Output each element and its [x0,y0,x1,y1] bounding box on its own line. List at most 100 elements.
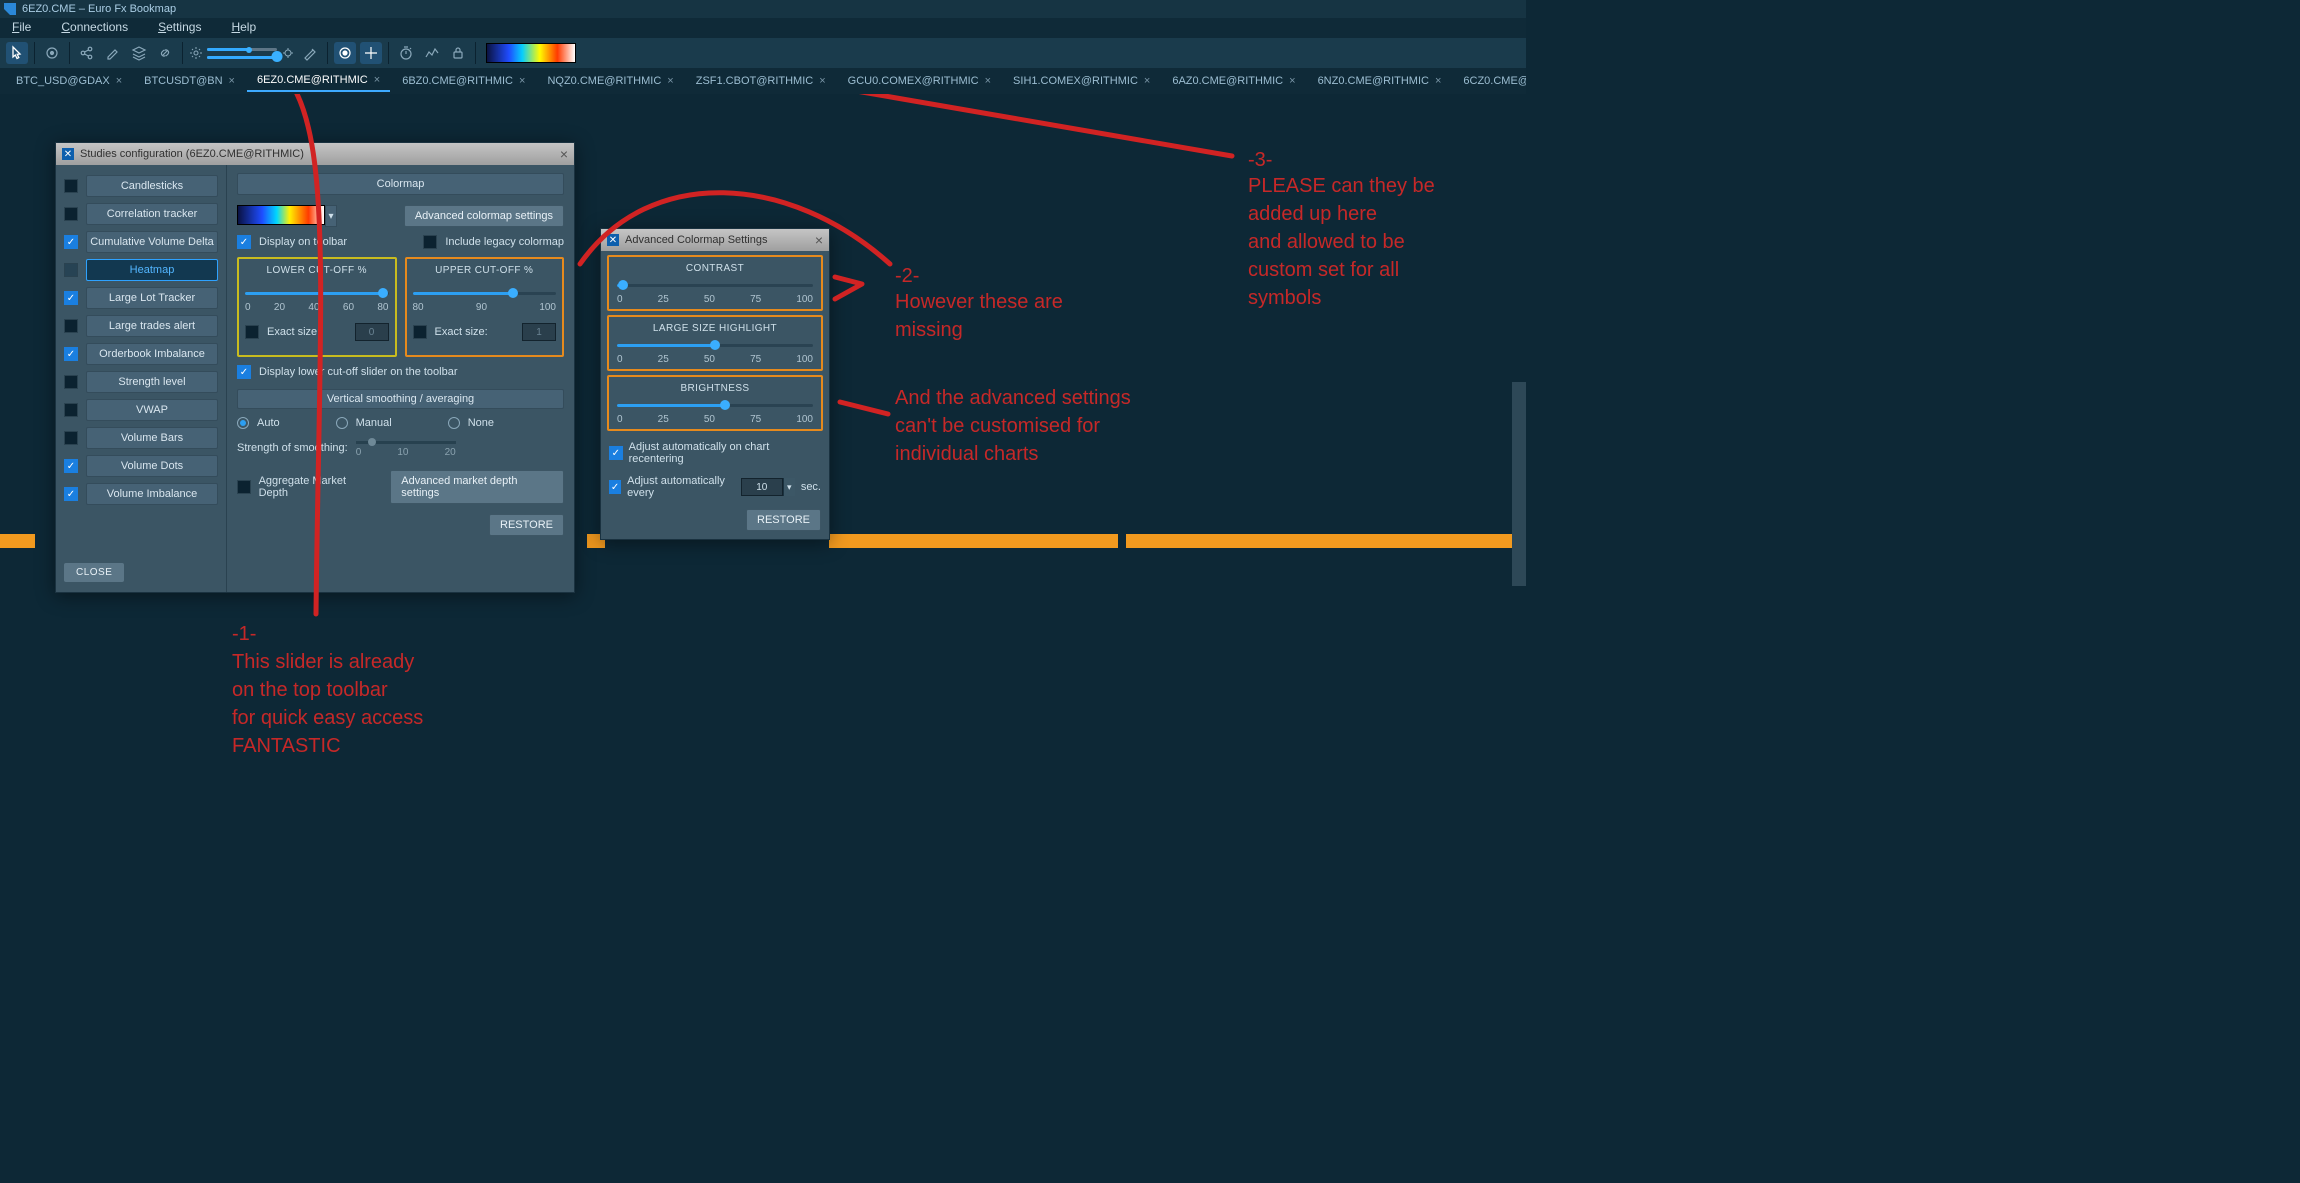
study-large-trades[interactable]: Large trades alert [86,315,218,337]
dialog-title-bar[interactable]: ✕ Studies configuration (6EZ0.CME@RITHMI… [56,143,574,165]
price-scrollbar[interactable] [1512,382,1526,586]
study-heatmap[interactable]: Heatmap [86,259,218,281]
brightness-slider[interactable] [617,400,813,410]
close-icon[interactable]: × [815,232,823,248]
close-icon[interactable]: × [519,75,525,87]
advanced-depth-button[interactable]: Advanced market depth settings [390,470,564,504]
contrast-slider[interactable] [617,280,813,290]
pencil-icon[interactable] [102,42,124,64]
tab-6cz0[interactable]: 6CZ0.CME@RITHMIC× [1453,70,1526,92]
study-candlesticks[interactable]: Candlesticks [86,175,218,197]
close-icon[interactable]: × [985,75,991,87]
menu-connections[interactable]: Connections [61,20,128,36]
checkbox[interactable] [64,263,78,277]
tab-btcusdt-bn[interactable]: BTCUSDT@BN× [134,70,245,92]
display-toolbar-checkbox[interactable] [237,235,251,249]
exact-size-checkbox[interactable] [245,325,259,339]
cursor-tool-icon[interactable] [6,42,28,64]
chevron-down-icon[interactable]: ▾ [783,478,795,496]
chart-icon[interactable] [421,42,443,64]
checkbox[interactable] [64,319,78,333]
checkbox[interactable] [64,347,78,361]
checkbox[interactable] [64,291,78,305]
menu-settings[interactable]: Settings [158,20,201,36]
study-cvd[interactable]: Cumulative Volume Delta [86,231,218,253]
tab-6nz0[interactable]: 6NZ0.CME@RITHMIC× [1308,70,1452,92]
study-vwap[interactable]: VWAP [86,399,218,421]
lock-icon[interactable] [447,42,469,64]
display-lower-label: Display lower cut-off slider on the tool… [259,366,458,378]
menu-file[interactable]: File [12,20,31,36]
brightness-slider[interactable] [207,44,277,62]
checkbox[interactable] [64,179,78,193]
tab-zsf1[interactable]: ZSF1.CBOT@RITHMIC× [686,70,836,92]
close-button[interactable]: CLOSE [64,563,124,582]
colormap-gradient-select[interactable] [486,43,576,63]
restore-button[interactable]: RESTORE [746,509,821,531]
smoothing-strength-slider[interactable] [356,437,456,447]
legacy-colormap-checkbox[interactable] [423,235,437,249]
exact-size-input[interactable] [355,323,389,341]
exact-size-checkbox[interactable] [413,325,427,339]
close-icon[interactable]: × [1289,75,1295,87]
close-icon[interactable]: × [1435,75,1441,87]
close-icon[interactable]: × [229,75,235,87]
volume-dots-icon[interactable] [334,42,356,64]
edit-icon[interactable] [299,42,321,64]
tab-btc-gdax[interactable]: BTC_USD@GDAX× [6,70,132,92]
checkbox[interactable] [64,375,78,389]
aggregate-depth-checkbox[interactable] [237,480,251,494]
radio-none[interactable] [448,417,460,429]
display-lower-slider-checkbox[interactable] [237,365,251,379]
checkbox[interactable] [64,403,78,417]
close-icon[interactable]: × [819,75,825,87]
sun-icon[interactable] [189,42,203,64]
upper-cutoff-slider[interactable] [413,288,557,298]
checkbox[interactable] [64,487,78,501]
size-icon[interactable] [281,42,295,64]
lower-cutoff-slider[interactable] [245,288,389,298]
auto-recenter-checkbox[interactable] [609,446,623,460]
layers-icon[interactable] [128,42,150,64]
menu-help[interactable]: Help [231,20,256,36]
tab-nqz0[interactable]: NQZ0.CME@RITHMIC× [537,70,683,92]
target-icon[interactable] [41,42,63,64]
tab-sih1[interactable]: SIH1.COMEX@RITHMIC× [1003,70,1160,92]
study-volume-dots[interactable]: Volume Dots [86,455,218,477]
study-volume-imbalance[interactable]: Volume Imbalance [86,483,218,505]
study-volume-bars[interactable]: Volume Bars [86,427,218,449]
share-icon[interactable] [76,42,98,64]
study-large-lot[interactable]: Large Lot Tracker [86,287,218,309]
checkbox[interactable] [64,459,78,473]
checkbox[interactable] [64,431,78,445]
studies-list: Candlesticks Correlation tracker Cumulat… [56,165,226,592]
study-correlation[interactable]: Correlation tracker [86,203,218,225]
tab-6ez0[interactable]: 6EZ0.CME@RITHMIC× [247,70,390,92]
dialog-title-bar[interactable]: ✕ Advanced Colormap Settings × [601,229,829,251]
checkbox[interactable] [64,207,78,221]
stopwatch-icon[interactable] [395,42,417,64]
checkbox[interactable] [64,235,78,249]
restore-button[interactable]: RESTORE [489,514,564,536]
study-strength[interactable]: Strength level [86,371,218,393]
close-icon[interactable]: × [560,146,568,162]
exact-size-input[interactable] [522,323,556,341]
close-icon[interactable]: × [374,74,380,86]
crosshair-icon[interactable] [360,42,382,64]
colormap-gradient-select[interactable]: ▾ [237,205,337,227]
tab-6bz0[interactable]: 6BZ0.CME@RITHMIC× [392,70,535,92]
study-orderbook-imbalance[interactable]: Orderbook Imbalance [86,343,218,365]
chevron-down-icon[interactable]: ▾ [325,205,337,227]
radio-auto[interactable] [237,417,249,429]
auto-every-select[interactable]: 10 [741,478,783,496]
close-icon[interactable]: × [1144,75,1150,87]
advanced-colormap-button[interactable]: Advanced colormap settings [404,205,564,227]
link-icon[interactable] [154,42,176,64]
large-size-slider[interactable] [617,340,813,350]
auto-every-checkbox[interactable] [609,480,621,494]
tab-6az0[interactable]: 6AZ0.CME@RITHMIC× [1162,70,1305,92]
tab-gcu0[interactable]: GCU0.COMEX@RITHMIC× [838,70,1001,92]
close-icon[interactable]: × [667,75,673,87]
close-icon[interactable]: × [116,75,122,87]
radio-manual[interactable] [336,417,348,429]
